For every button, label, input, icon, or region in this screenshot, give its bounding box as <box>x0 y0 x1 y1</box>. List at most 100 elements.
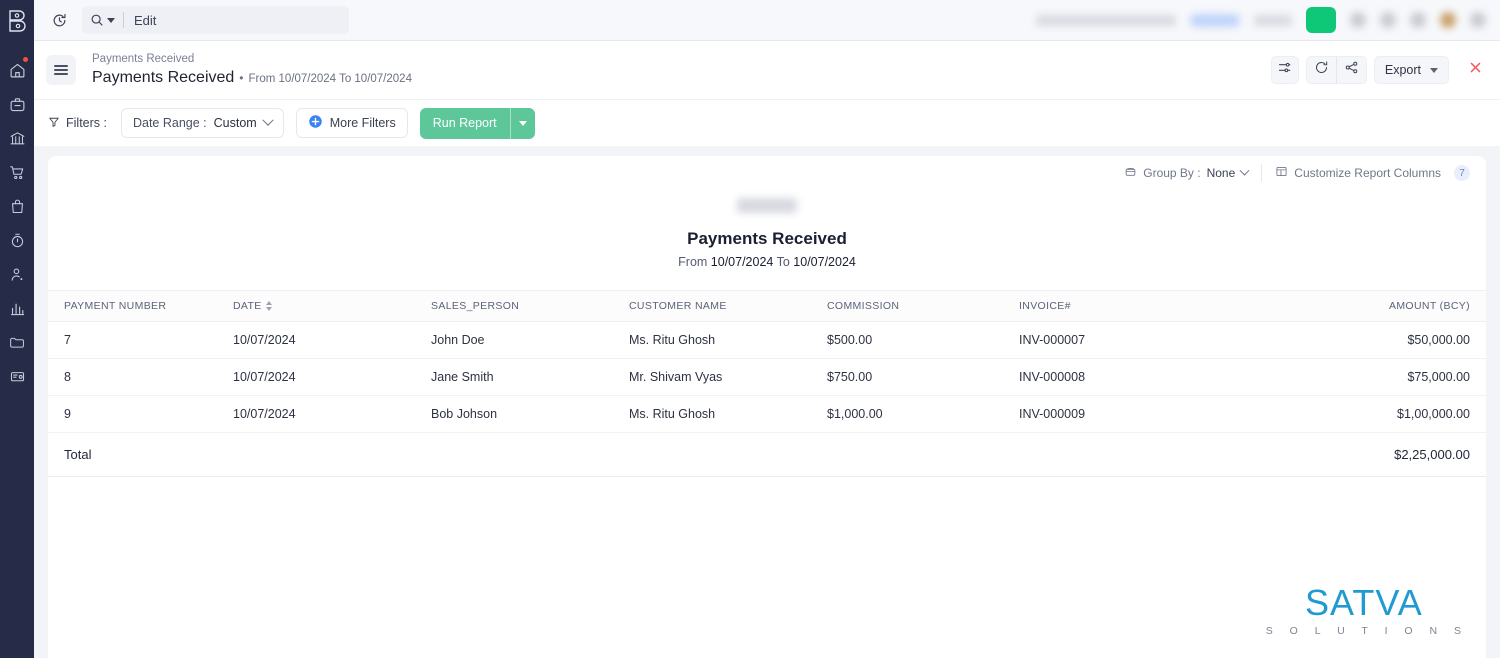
report-settings-button[interactable] <box>1271 56 1299 84</box>
shopping-cart-icon <box>9 164 26 181</box>
table-row[interactable]: 9 10/07/2024 Bob Johson Ms. Ritu Ghosh $… <box>48 396 1486 433</box>
cell-invoice: INV-000009 <box>1019 396 1269 433</box>
column-header-sales-person[interactable]: SALES_PERSON <box>431 291 629 322</box>
search-icon <box>90 13 104 27</box>
sidebar-item-reports[interactable] <box>0 291 34 325</box>
search-scope-caret-down-icon[interactable] <box>107 18 115 23</box>
hamburger-icon <box>54 62 68 77</box>
total-amount: $2,25,000.00 <box>1269 433 1486 477</box>
sort-arrows-icon[interactable] <box>266 301 272 311</box>
total-empty-customer <box>629 433 827 477</box>
report-range-from: 10/07/2024 <box>711 255 774 269</box>
briefcase-icon <box>9 96 26 113</box>
close-report-button[interactable] <box>1464 59 1486 81</box>
total-empty-sales-person <box>431 433 629 477</box>
bar-chart-icon <box>9 300 26 317</box>
sidebar-item-documents[interactable] <box>0 325 34 359</box>
folder-icon <box>9 334 26 351</box>
history-refresh-icon[interactable] <box>46 7 72 33</box>
refresh-icon <box>1314 60 1329 80</box>
cell-customer-name[interactable]: Mr. Shivam Vyas <box>629 359 827 396</box>
sidebar-item-purchases[interactable] <box>0 189 34 223</box>
table-header-row: PAYMENT NUMBER DATE SALES_PERSON CUSTOME… <box>48 291 1486 322</box>
notifications-icon-top[interactable] <box>1410 12 1426 28</box>
date-range-filter[interactable]: Date Range : Custom <box>121 108 284 138</box>
sidebar-toggle-button[interactable] <box>46 55 76 85</box>
date-range-value: Custom <box>214 116 257 130</box>
column-header-amount[interactable]: AMOUNT (BCY) <box>1269 291 1486 322</box>
caret-down-icon <box>519 121 527 126</box>
cell-payment-number: 7 <box>48 322 233 359</box>
breadcrumb[interactable]: Payments Received <box>92 52 412 66</box>
page-header: Payments Received Payments Received • Fr… <box>34 41 1500 99</box>
more-filters-label: More Filters <box>330 116 396 130</box>
report-range-mid: To <box>777 255 790 269</box>
shopping-bag-icon <box>9 198 26 215</box>
settings-icon-top[interactable] <box>1380 12 1396 28</box>
column-header-payment-number[interactable]: PAYMENT NUMBER <box>48 291 233 322</box>
cell-sales-person: Jane Smith <box>431 359 629 396</box>
table-row[interactable]: 7 10/07/2024 John Doe Ms. Ritu Ghosh $50… <box>48 322 1486 359</box>
column-header-customer-name[interactable]: CUSTOMER NAME <box>629 291 827 322</box>
customize-report-columns-button[interactable]: Customize Report Columns 7 <box>1275 165 1470 181</box>
run-report-button[interactable]: Run Report <box>420 108 535 139</box>
sidebar-item-sales[interactable] <box>0 155 34 189</box>
run-report-dropdown[interactable] <box>511 108 535 139</box>
sidebar-item-accountant[interactable] <box>0 257 34 291</box>
cell-commission: $500.00 <box>827 322 1019 359</box>
primary-action-button[interactable] <box>1306 7 1336 33</box>
cell-amount[interactable]: $1,00,000.00 <box>1269 396 1486 433</box>
total-empty-invoice <box>1019 433 1269 477</box>
column-header-date[interactable]: DATE <box>233 291 431 322</box>
topbar-right-cluster <box>1036 7 1490 33</box>
cell-sales-person: John Doe <box>431 322 629 359</box>
export-button[interactable]: Export <box>1374 56 1449 84</box>
sidebar-item-banking[interactable] <box>0 121 34 155</box>
chevron-down-icon <box>1240 165 1250 175</box>
more-filters-button[interactable]: More Filters <box>296 108 408 138</box>
group-by-control[interactable]: Group By : None <box>1124 165 1248 181</box>
cell-amount[interactable]: $50,000.00 <box>1269 322 1486 359</box>
satva-brand: SATVA <box>1260 585 1468 621</box>
app-root: Edit Payments Received P <box>0 0 1500 658</box>
sidebar-item-home[interactable] <box>0 53 34 87</box>
apps-icon-top[interactable] <box>1470 12 1486 28</box>
cell-date: 10/07/2024 <box>233 359 431 396</box>
title-separator: • <box>239 71 243 85</box>
cell-customer-name[interactable]: Ms. Ritu Ghosh <box>629 322 827 359</box>
menu-blurred[interactable] <box>1254 15 1292 26</box>
plus-circle-icon <box>308 114 323 132</box>
org-name-blurred <box>1036 15 1176 26</box>
date-range-label: Date Range : <box>133 116 207 130</box>
page-title-row: Payments Received • From 10/07/2024 To 1… <box>92 68 412 88</box>
sidebar-item-time-tracking[interactable] <box>0 223 34 257</box>
app-logo[interactable] <box>0 0 34 41</box>
caret-down-icon <box>1430 68 1438 73</box>
cell-customer-name[interactable]: Ms. Ritu Ghosh <box>629 396 827 433</box>
sliders-icon <box>1277 60 1292 80</box>
funnel-icon <box>48 116 60 131</box>
search-input[interactable]: Edit <box>82 6 349 34</box>
table-row[interactable]: 8 10/07/2024 Jane Smith Mr. Shivam Vyas … <box>48 359 1486 396</box>
sidebar-item-payroll[interactable] <box>0 359 34 393</box>
sidebar-item-items[interactable] <box>0 87 34 121</box>
cell-amount[interactable]: $75,000.00 <box>1269 359 1486 396</box>
search-icon-top[interactable] <box>1350 12 1366 28</box>
subscribe-pill-blurred[interactable] <box>1190 14 1240 27</box>
total-empty-commission <box>827 433 1019 477</box>
satva-solutions-watermark: SATVA S O L U T I O N S <box>1260 585 1468 637</box>
refresh-button[interactable] <box>1307 57 1336 83</box>
column-header-commission[interactable]: COMMISSION <box>827 291 1019 322</box>
filters-label-group: Filters : <box>48 116 107 131</box>
total-label: Total <box>48 433 233 477</box>
column-header-date-label: DATE <box>233 300 262 312</box>
column-header-invoice[interactable]: INVOICE# <box>1019 291 1269 322</box>
receipt-icon <box>9 368 26 385</box>
left-navigation-rail <box>0 0 34 658</box>
home-notification-badge <box>22 56 29 63</box>
user-icon <box>9 266 26 283</box>
chevron-down-icon <box>262 115 273 126</box>
avatar[interactable] <box>1440 12 1456 28</box>
share-button[interactable] <box>1337 57 1366 83</box>
run-report-label: Run Report <box>420 108 510 139</box>
